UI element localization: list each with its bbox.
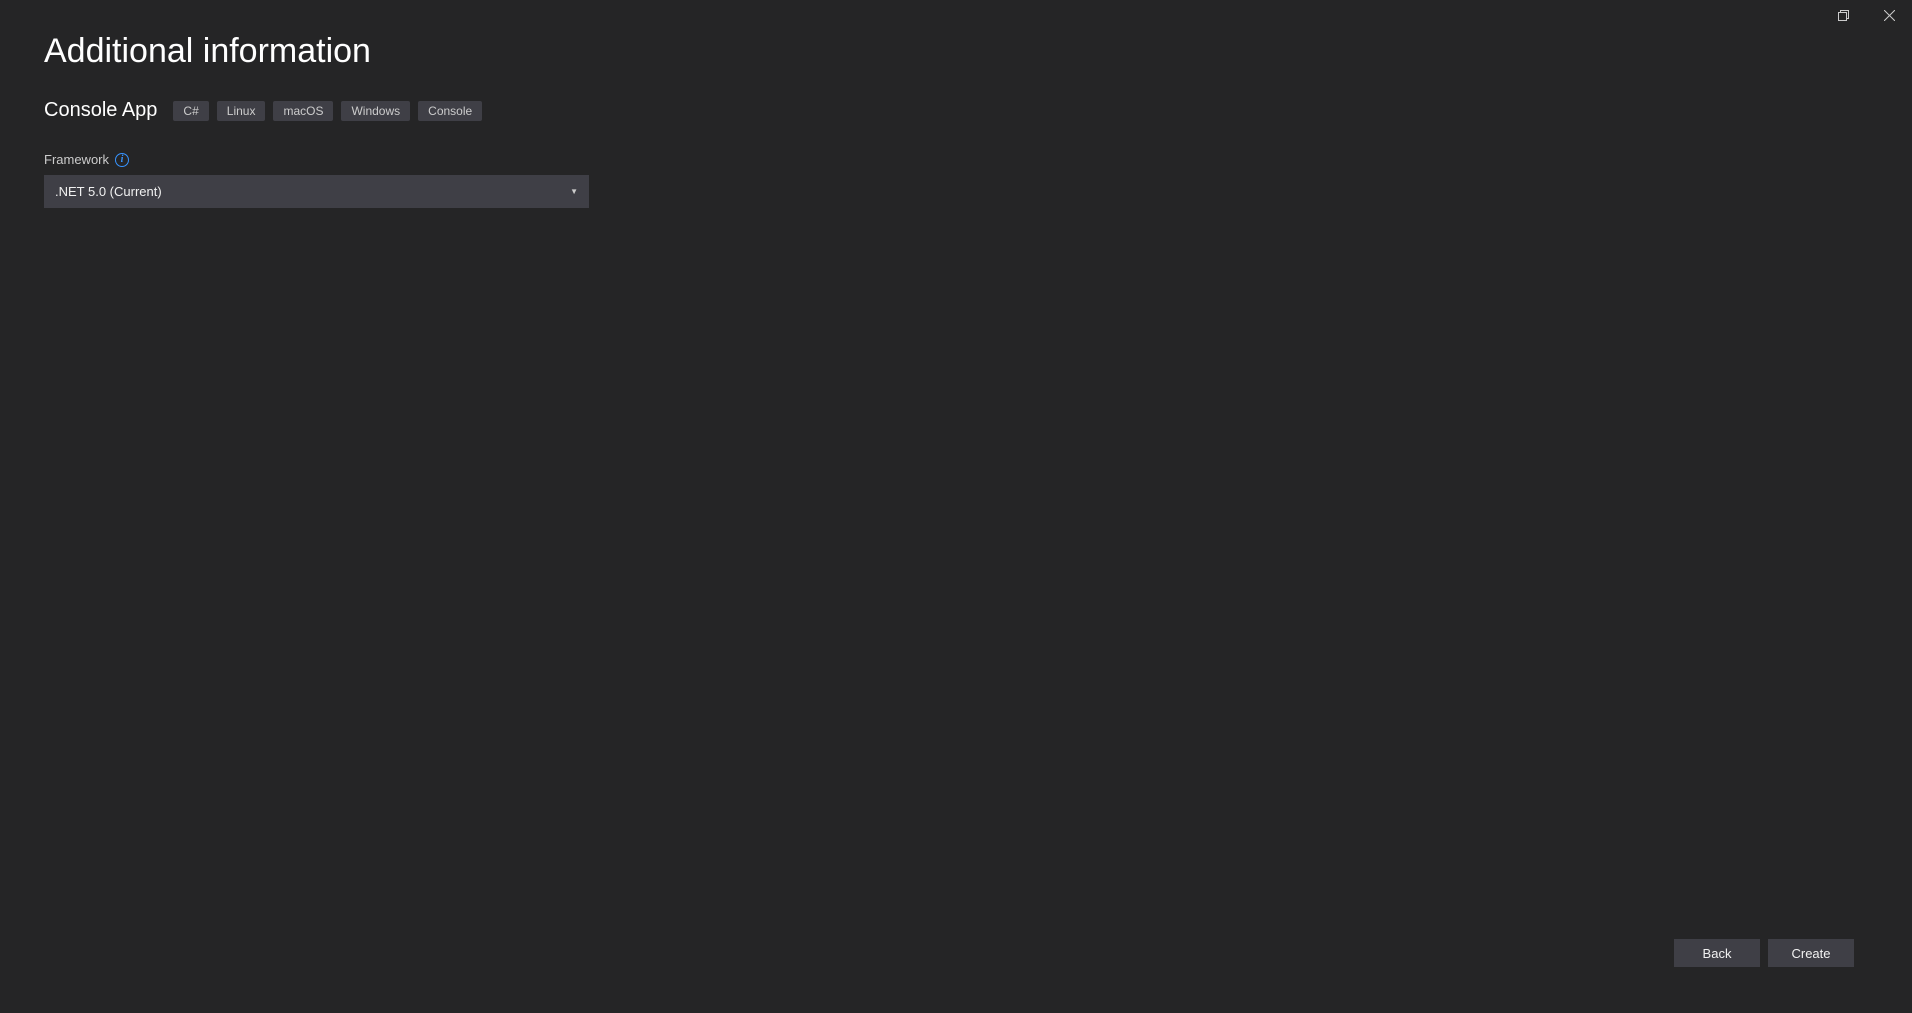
back-button[interactable]: Back — [1674, 939, 1760, 967]
close-icon — [1884, 10, 1895, 21]
footer-buttons: Back Create — [1674, 939, 1854, 967]
framework-label-row: Framework i — [44, 152, 1868, 167]
template-tag: macOS — [273, 101, 333, 121]
maximize-restore-button[interactable] — [1820, 0, 1866, 30]
template-tag: Linux — [217, 101, 266, 121]
chevron-down-icon: ▼ — [570, 187, 578, 196]
restore-icon — [1838, 10, 1849, 21]
template-row: Console App C# Linux macOS Windows Conso… — [44, 99, 1868, 122]
info-icon[interactable]: i — [115, 153, 129, 167]
template-tag: Console — [418, 101, 482, 121]
close-button[interactable] — [1866, 0, 1912, 30]
main-content: Additional information Console App C# Li… — [0, 0, 1912, 240]
page-title: Additional information — [44, 32, 1868, 71]
framework-dropdown[interactable]: .NET 5.0 (Current) ▼ — [44, 175, 589, 208]
template-name: Console App — [44, 99, 157, 122]
template-tag: Windows — [341, 101, 410, 121]
create-button[interactable]: Create — [1768, 939, 1854, 967]
template-tags: C# Linux macOS Windows Console — [173, 101, 482, 121]
template-tag: C# — [173, 101, 208, 121]
framework-label: Framework — [44, 152, 109, 167]
framework-selected-value: .NET 5.0 (Current) — [55, 184, 162, 199]
titlebar — [1820, 0, 1912, 30]
